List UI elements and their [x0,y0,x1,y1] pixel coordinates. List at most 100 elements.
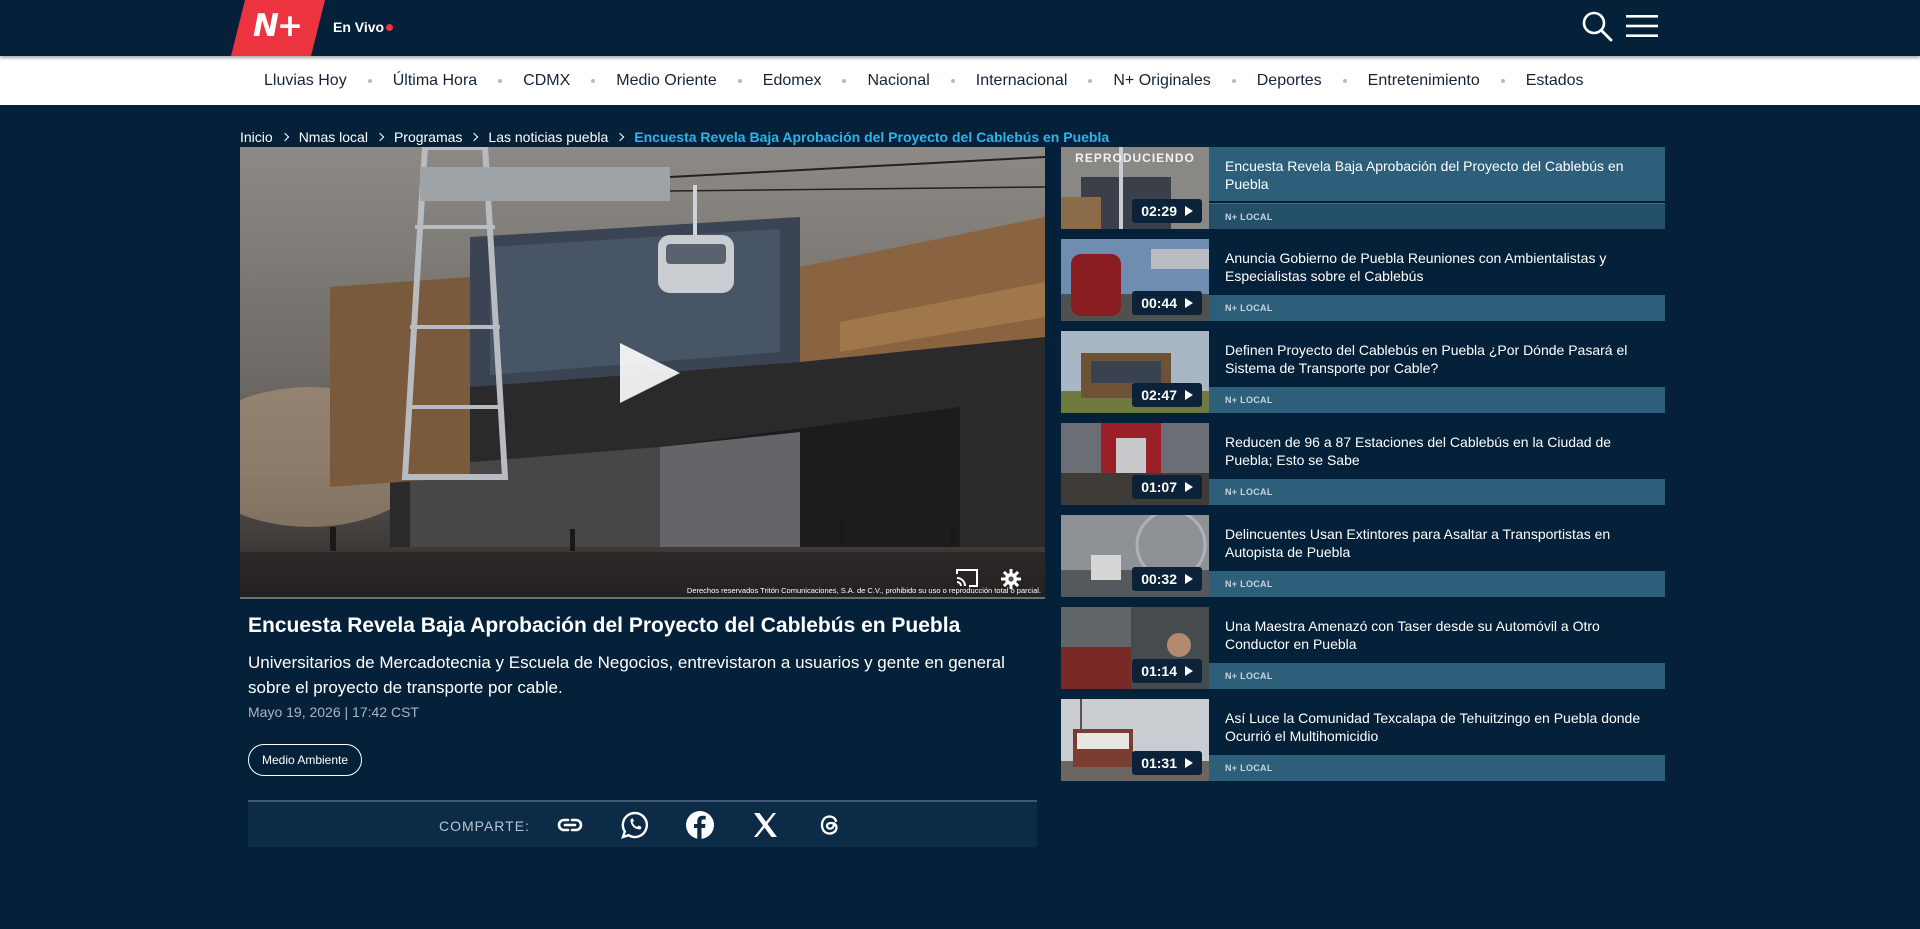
nav-separator [737,78,742,83]
article-title: Encuesta Revela Baja Aprobación del Proy… [248,614,961,637]
nav-item[interactable]: Medio Oriente [616,72,717,90]
cast-icon[interactable] [955,568,979,588]
breadcrumb-item[interactable]: Nmas local [299,129,368,145]
nav-item[interactable]: Nacional [867,72,929,90]
playlist-item-title[interactable]: Anuncia Gobierno de Puebla Reuniones con… [1225,249,1655,285]
category-label: N+ LOCAL [1225,671,1273,681]
playlist-item-body: Una Maestra Amenazó con Taser desde su A… [1209,607,1665,661]
breadcrumb-current: Encuesta Revela Baja Aprobación del Proy… [634,129,1110,145]
section-nav: Lluvias Hoy Última Hora CDMX Medio Oriente E… [0,56,1920,105]
play-icon [1185,574,1193,584]
nplus-logo[interactable]: N+ [231,0,325,56]
threads-icon[interactable] [815,810,845,840]
duration-text: 01:31 [1141,755,1177,771]
duration-text: 00:32 [1141,571,1177,587]
playlist-item[interactable]: 01:31 Así Luce la Comunidad Texcalapa de … [1061,699,1665,781]
now-playing-label: REPRODUCIENDO [1075,151,1195,165]
playlist-item-footer: N+ LOCAL [1209,203,1665,229]
duration-badge: 01:14 [1132,659,1202,683]
video-progress-bar[interactable] [240,597,1045,599]
duration-badge: 02:47 [1132,383,1202,407]
video-thumbnail[interactable]: 01:14 [1061,607,1209,689]
nav-item[interactable]: Última Hora [393,72,477,90]
settings-icon[interactable] [1000,568,1022,590]
chevron-right-icon [616,132,625,142]
duration-badge: 01:31 [1132,751,1202,775]
nav-separator [591,78,596,83]
duration-text: 00:44 [1141,295,1177,311]
nav-item[interactable]: Internacional [976,72,1068,90]
play-icon[interactable] [620,343,680,403]
duration-badge: 01:07 [1132,475,1202,499]
nav-item[interactable]: Estados [1526,72,1584,90]
duration-text: 01:14 [1141,663,1177,679]
video-thumbnail[interactable]: 00:32 [1061,515,1209,597]
playlist-item[interactable]: 01:07 Reducen de 96 a 87 Estaciones del C… [1061,423,1665,505]
nav-item[interactable]: Lluvias Hoy [264,72,347,90]
video-thumbnail[interactable]: 01:07 [1061,423,1209,505]
play-icon [1185,390,1193,400]
chevron-right-icon [470,132,479,142]
nav-item[interactable]: N+ Originales [1113,72,1210,90]
live-indicator-dot [386,24,393,31]
breadcrumb-item[interactable]: Las noticias puebla [488,129,608,145]
facebook-icon[interactable] [685,810,715,840]
nav-separator [367,78,372,83]
category-label: N+ LOCAL [1225,763,1273,773]
video-thumbnail[interactable]: 00:44 [1061,239,1209,321]
playlist-item[interactable]: 02:47 Definen Proyecto del Cablebús en Pu… [1061,331,1665,413]
live-link[interactable]: En Vivo [333,19,384,35]
nav-item[interactable]: Deportes [1257,72,1322,90]
hamburger-menu-icon[interactable] [1626,12,1658,40]
duration-badge: 00:44 [1132,291,1202,315]
duration-text: 02:47 [1141,387,1177,403]
playlist-item-title[interactable]: Así Luce la Comunidad Texcalapa de Tehui… [1225,709,1655,745]
nav-list: Lluvias Hoy Última Hora CDMX Medio Oriente E… [264,56,1584,105]
category-label: N+ LOCAL [1225,303,1273,313]
playlist-item-footer: N+ LOCAL [1209,295,1665,321]
playlist-item[interactable]: REPRODUCIENDO 02:29 Encuesta Revela Baja A… [1061,147,1665,229]
duration-text: 02:29 [1141,203,1177,219]
nav-item[interactable]: Entretenimiento [1368,72,1480,90]
play-icon [1185,666,1193,676]
playlist-item-body: Anuncia Gobierno de Puebla Reuniones con… [1209,239,1665,293]
breadcrumb-item[interactable]: Programas [394,129,462,145]
playlist-item-footer: N+ LOCAL [1209,663,1665,689]
play-icon [1185,298,1193,308]
video-thumbnail[interactable]: 01:31 [1061,699,1209,781]
video-thumbnail[interactable]: 02:47 [1061,331,1209,413]
topic-tag[interactable]: Medio Ambiente [248,744,362,776]
article-summary: Universitarios de Mercadotecnia y Escuel… [248,653,1005,697]
playlist-item-title[interactable]: Reducen de 96 a 87 Estaciones del Cableb… [1225,433,1655,469]
playlist-item-title[interactable]: Definen Proyecto del Cablebús en Puebla … [1225,341,1655,377]
x-icon[interactable] [750,810,780,840]
playlist-item-footer: N+ LOCAL [1209,479,1665,505]
category-label: N+ LOCAL [1225,395,1273,405]
nav-item[interactable]: CDMX [523,72,570,90]
playlist-item[interactable]: 00:32 Delincuentes Usan Extintores para A… [1061,515,1665,597]
category-label: N+ LOCAL [1225,579,1273,589]
breadcrumb: Inicio Nmas local Programas Las noticias pu… [240,128,1109,146]
playlist-item-body: Delincuentes Usan Extintores para Asalta… [1209,515,1665,569]
playlist-item-title[interactable]: Encuesta Revela Baja Aprobación del Proy… [1225,157,1655,193]
link-icon[interactable] [555,810,585,840]
chevron-right-icon [280,132,289,142]
nav-separator [1342,78,1347,83]
playlist-item[interactable]: 01:14 Una Maestra Amenazó con Taser desde… [1061,607,1665,689]
playlist-item-body: Encuesta Revela Baja Aprobación del Proy… [1209,147,1665,201]
share-bar: COMPARTE: [248,800,1037,847]
nav-separator [1500,78,1505,83]
nav-item[interactable]: Edomex [763,72,822,90]
playlist-item-title[interactable]: Una Maestra Amenazó con Taser desde su A… [1225,617,1655,653]
nav-separator [950,78,955,83]
search-icon[interactable] [1581,10,1613,42]
nav-separator [1231,78,1236,83]
breadcrumb-item[interactable]: Inicio [240,129,273,145]
playlist-item-footer: N+ LOCAL [1209,387,1665,413]
whatsapp-icon[interactable] [620,810,650,840]
playlist-item[interactable]: 00:44 Anuncia Gobierno de Puebla Reunione… [1061,239,1665,321]
duration-text: 01:07 [1141,479,1177,495]
playlist-item-title[interactable]: Delincuentes Usan Extintores para Asalta… [1225,525,1655,561]
category-label: N+ LOCAL [1225,212,1273,222]
video-thumbnail[interactable]: REPRODUCIENDO 02:29 [1061,147,1209,229]
